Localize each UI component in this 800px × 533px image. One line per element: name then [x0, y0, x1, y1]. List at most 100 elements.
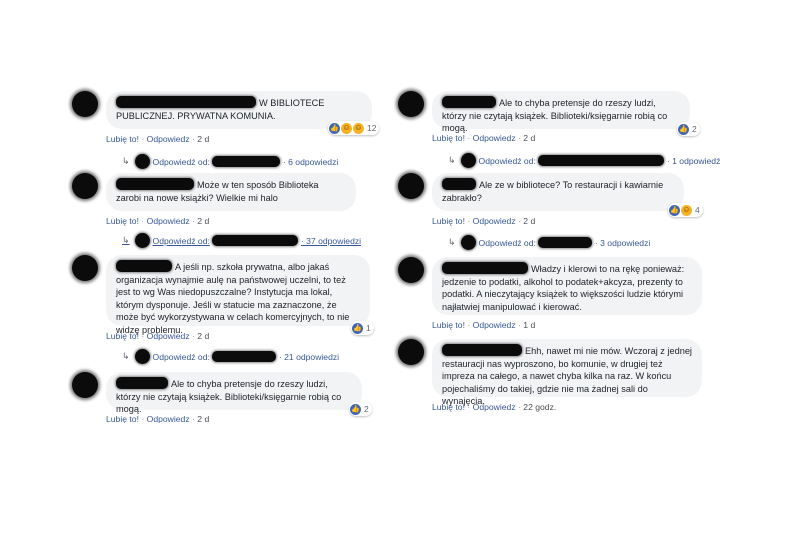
redacted-name	[211, 351, 276, 362]
reaction-badge[interactable]: 👍 1	[351, 321, 374, 335]
redacted-name	[442, 96, 496, 108]
like-link[interactable]: Lubię to!	[106, 414, 139, 423]
separator: ·	[141, 134, 145, 144]
replies-link[interactable]: ↳ Odpowiedź od: · 3 odpowiedzi	[448, 235, 650, 250]
avatar[interactable]	[398, 339, 424, 365]
reply-link[interactable]: Odpowiedz	[147, 216, 190, 226]
comment-actions: Lubię to! · Odpowiedz · 2 d	[432, 216, 535, 226]
comment-time[interactable]: 2 d	[523, 133, 535, 143]
comment-time[interactable]: 2 d	[197, 331, 209, 341]
comment-actions: Lubię to! · Odpowiedz · 22 godz.	[432, 402, 556, 412]
like-link[interactable]: Lubię to!	[432, 402, 465, 412]
replied-by-label: Odpowiedź od:	[478, 237, 536, 248]
reaction-badge[interactable]: 👍 2	[677, 122, 700, 136]
comment-bubble: A jeśli np. szkoła prywatna, albo jakaś …	[106, 255, 370, 335]
redacted-name	[116, 260, 172, 272]
redacted-name	[211, 235, 298, 246]
like-link[interactable]: Lubię to!	[432, 133, 465, 143]
reply-link[interactable]: Odpowiedz	[473, 216, 516, 226]
comment-bubble: Ale to chyba pretensje do rzeszy ludzi, …	[432, 91, 690, 133]
reaction-count: 2	[364, 404, 369, 414]
reply-link[interactable]: Odpowiedz	[473, 320, 516, 330]
separator: ·	[192, 331, 195, 341]
separator: ·	[518, 320, 521, 330]
avatar[interactable]	[72, 255, 98, 281]
replies-link[interactable]: ↳ Odpowiedź od: · 37 odpowiedzi	[122, 233, 361, 248]
comment-time[interactable]: 2 d	[197, 134, 209, 144]
separator: ·	[467, 402, 471, 412]
comment-time[interactable]: 2 d	[197, 414, 209, 423]
replied-by-label: Odpowiedź od:	[478, 155, 536, 166]
comment: Ale to chyba pretensje do rzeszy ludzi, …	[72, 372, 392, 423]
reaction-badge[interactable]: 👍 ☺ ☺ 12	[328, 121, 380, 135]
reaction-count: 2	[692, 124, 697, 134]
reply-link[interactable]: Odpowiedz	[147, 331, 190, 341]
comment-text: PUBLICZNEJ. PRYWATNA KOMUNIA.	[116, 110, 276, 121]
avatar[interactable]	[72, 91, 98, 117]
like-icon: 👍	[329, 122, 340, 134]
reply-link[interactable]: Odpowiedz	[473, 402, 516, 412]
reply-link[interactable]: Odpowiedz	[147, 414, 190, 423]
separator: ·	[141, 331, 145, 341]
comment: Może w ten sposób Biblioteka zarobi na n…	[72, 173, 392, 249]
like-icon: 👍	[352, 322, 363, 334]
reply-count: · 1 odpowiedź	[666, 155, 721, 166]
reply-count: · 37 odpowiedzi	[300, 235, 362, 246]
reply-arrow-icon: ↳	[122, 351, 130, 361]
avatar[interactable]	[398, 173, 424, 199]
replies-link[interactable]: ↳ Odpowiedź od: · 1 odpowiedź	[448, 153, 720, 168]
comment-actions: Lubię to! · Odpowiedz · 2 d	[106, 134, 209, 144]
like-icon: 👍	[678, 123, 689, 135]
reply-link[interactable]: Odpowiedz	[147, 134, 190, 144]
avatar[interactable]	[398, 91, 424, 117]
like-link[interactable]: Lubię to!	[106, 134, 139, 144]
comment-bubble: Ehh, nawet mi nie mów. Wczoraj z jednej …	[432, 339, 702, 406]
like-link[interactable]: Lubię to!	[106, 331, 139, 341]
comment-bubble: Władzy i klerowi to na rękę ponieważ: je…	[432, 257, 702, 315]
avatar[interactable]	[72, 372, 98, 398]
reaction-count: 4	[695, 205, 700, 215]
separator: ·	[518, 216, 521, 226]
reply-arrow-icon: ↳	[448, 237, 456, 247]
comment-text: A jeśli np. szkoła prywatna, albo jakaś …	[116, 262, 350, 335]
reply-arrow-icon: ↳	[122, 235, 130, 245]
like-link[interactable]: Lubię to!	[432, 216, 465, 226]
like-link[interactable]: Lubię to!	[106, 216, 139, 226]
reply-link[interactable]: Odpowiedz	[473, 133, 516, 143]
like-link[interactable]: Lubię to!	[432, 320, 465, 330]
left-screenshot-panel: W BIBLIOTECE PUBLICZNEJ. PRYWATNA KOMUNI…	[68, 83, 398, 423]
redacted-name	[211, 156, 280, 167]
redacted-name	[442, 262, 528, 274]
haha-icon: ☺	[341, 122, 352, 134]
separator: ·	[141, 216, 145, 226]
reply-count: · 3 odpowiedzi	[594, 237, 651, 248]
separator: ·	[467, 320, 471, 330]
reaction-badge[interactable]: 👍 ☺ 4	[668, 203, 703, 217]
replied-by-label: Odpowiedź od:	[152, 351, 210, 362]
avatar[interactable]	[72, 173, 98, 199]
reply-count: · 21 odpowiedzi	[278, 351, 340, 362]
redacted-name	[537, 155, 664, 166]
comment: Władzy i klerowi to na rękę ponieważ: je…	[398, 257, 718, 333]
separator: ·	[518, 402, 521, 412]
comment-time[interactable]: 1 d	[523, 320, 535, 330]
avatar	[134, 233, 150, 248]
separator: ·	[467, 216, 471, 226]
separator: ·	[467, 133, 471, 143]
replied-by-label: Odpowiedź od:	[152, 235, 210, 246]
comment-time[interactable]: 22 godz.	[523, 402, 556, 412]
comment-bubble: Ale ze w bibliotece? To restauracji i ka…	[432, 173, 684, 211]
replies-link[interactable]: ↳ Odpowiedź od: · 6 odpowiedzi	[122, 154, 338, 169]
avatar	[134, 154, 150, 169]
replies-link[interactable]: ↳ Odpowiedź od: · 21 odpowiedzi	[122, 349, 339, 364]
reaction-badge[interactable]: 👍 2	[349, 402, 372, 416]
redacted-name	[442, 344, 522, 356]
avatar[interactable]	[398, 257, 424, 283]
comment-actions: Lubię to! · Odpowiedz · 2 d	[106, 331, 209, 341]
comment: A jeśli np. szkoła prywatna, albo jakaś …	[72, 255, 392, 365]
avatar	[134, 349, 150, 364]
comment-time[interactable]: 2 d	[523, 216, 535, 226]
redacted-name	[537, 237, 592, 248]
reply-count: · 6 odpowiedzi	[282, 156, 339, 167]
comment-time[interactable]: 2 d	[197, 216, 209, 226]
